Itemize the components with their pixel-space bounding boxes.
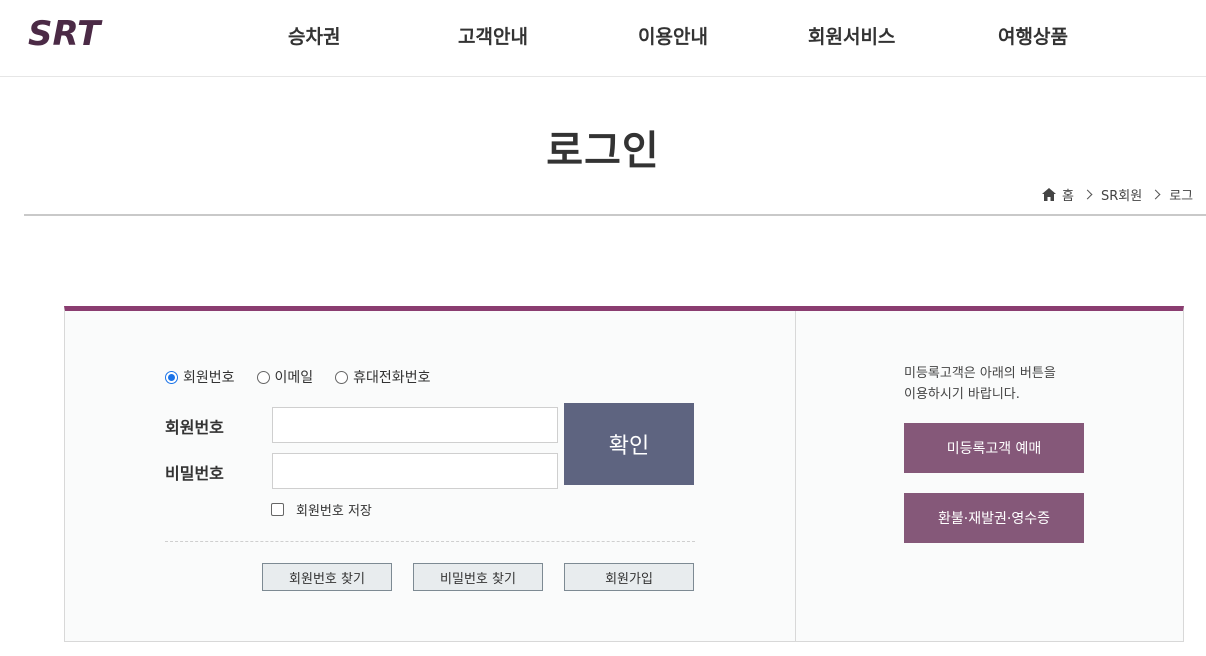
refund-reissue-receipt-button[interactable]: 환불·재발권·영수증 xyxy=(904,493,1084,543)
signup-button[interactable]: 회원가입 xyxy=(564,563,694,591)
login-type-group: 회원번호 이메일 휴대전화번호 xyxy=(165,367,452,387)
nav-ticket[interactable]: 승차권 xyxy=(288,22,340,49)
guide-line: 미등록고객은 아래의 버튼을 xyxy=(904,366,1056,381)
login-type-member-no[interactable]: 회원번호 xyxy=(165,367,235,387)
password-input[interactable] xyxy=(272,453,558,489)
login-type-phone[interactable]: 휴대전화번호 xyxy=(335,367,430,387)
guest-guide-text: 미등록고객은 아래의 버튼을 이용하시기 바랍니다. xyxy=(904,363,1104,405)
radio-checked-icon[interactable] xyxy=(165,370,178,384)
chevron-right-icon xyxy=(1082,189,1093,199)
radio-icon[interactable] xyxy=(256,370,270,384)
find-password-button[interactable]: 비밀번호 찾기 xyxy=(413,563,543,591)
nav-usage-guide[interactable]: 이용안내 xyxy=(638,22,708,49)
nav-customer-guide[interactable]: 고객안내 xyxy=(458,22,528,49)
member-login-panel: 회원번호 이메일 휴대전화번호 회원번호 비밀번호 확인 회원번호 저장 회원번… xyxy=(65,311,795,642)
save-member-no-label: 회원번호 저장 xyxy=(296,504,372,519)
save-member-no-checkbox[interactable]: 회원번호 저장 xyxy=(271,500,372,519)
dashed-divider xyxy=(165,541,695,542)
guest-reserve-button[interactable]: 미등록고객 예매 xyxy=(904,423,1084,473)
guest-panel: 미등록고객은 아래의 버튼을 이용하시기 바랍니다. 미등록고객 예매 환불·재… xyxy=(795,311,1183,642)
member-no-label: 회원번호 xyxy=(165,418,224,437)
guide-line: 이용하시기 바랍니다. xyxy=(904,387,1020,402)
login-box: 회원번호 이메일 휴대전화번호 회원번호 비밀번호 확인 회원번호 저장 회원번… xyxy=(64,306,1184,642)
radio-label: 이메일 xyxy=(274,370,314,386)
password-label: 비밀번호 xyxy=(165,464,224,483)
radio-label: 휴대전화번호 xyxy=(353,370,431,386)
top-header: SRT 승차권 고객안내 이용안내 회원서비스 여행상품 xyxy=(0,0,1206,77)
member-no-input[interactable] xyxy=(272,407,558,443)
srt-logo[interactable]: SRT xyxy=(24,12,140,52)
confirm-button[interactable]: 확인 xyxy=(564,403,694,485)
find-member-no-button[interactable]: 회원번호 찾기 xyxy=(262,563,392,591)
home-icon[interactable] xyxy=(1042,187,1056,201)
login-type-email[interactable]: 이메일 xyxy=(256,367,314,387)
chevron-right-icon xyxy=(1150,189,1161,199)
breadcrumb-current: 로그 xyxy=(1169,188,1194,204)
radio-label: 회원번호 xyxy=(183,370,235,386)
breadcrumb: 홈 SR회원 로그 xyxy=(1042,184,1193,204)
nav-travel-products[interactable]: 여행상품 xyxy=(998,22,1068,49)
page-title: 로그인 xyxy=(546,128,660,174)
logo-text: SRT xyxy=(28,14,103,52)
breadcrumb-sr-member[interactable]: SR회원 xyxy=(1101,185,1142,204)
title-divider xyxy=(24,214,1206,216)
breadcrumb-home[interactable]: 홈 xyxy=(1062,185,1074,204)
radio-icon[interactable] xyxy=(335,370,349,384)
checkbox-icon[interactable] xyxy=(271,503,284,516)
nav-member-service[interactable]: 회원서비스 xyxy=(808,22,895,49)
